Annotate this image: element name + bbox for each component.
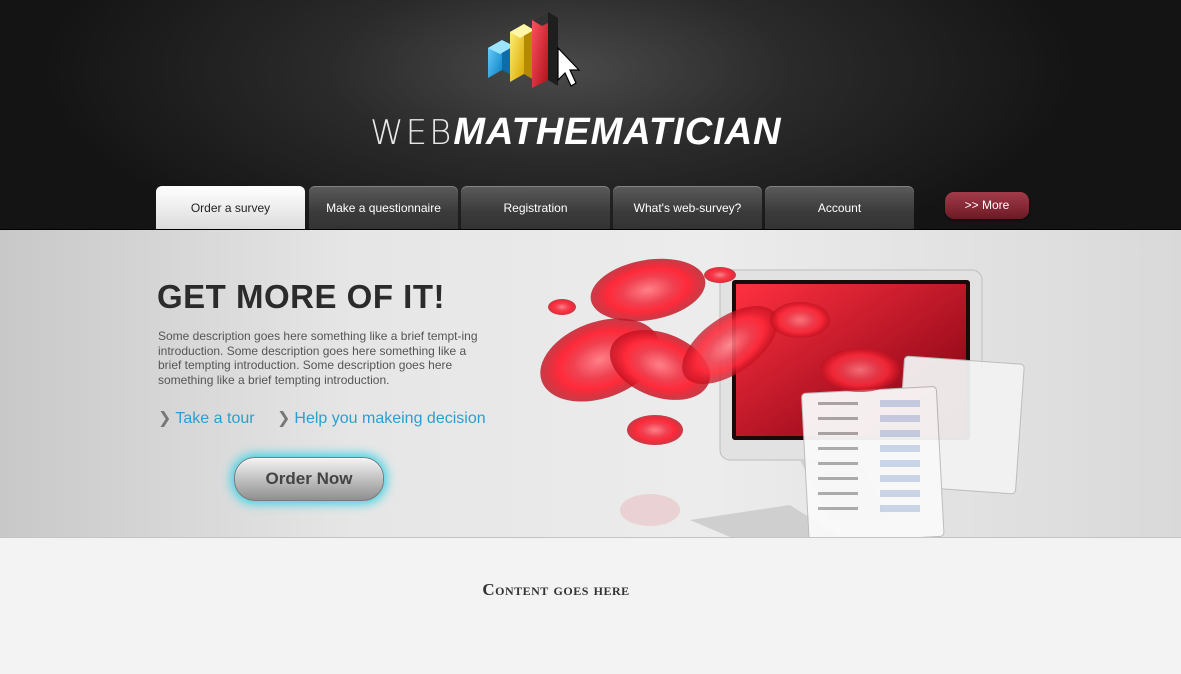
tab-order-survey[interactable]: Order a survey — [156, 186, 305, 229]
site-logo[interactable]: WEBMATHEMATICIAN — [370, 112, 781, 153]
chevron-right-icon: ❯ — [158, 410, 172, 427]
site-header: WEBMATHEMATICIAN Order a survey Make a q… — [0, 0, 1181, 230]
tab-make-questionnaire[interactable]: Make a questionnaire — [309, 186, 458, 229]
help-decision-link[interactable]: ❯ Help you makeing decision — [277, 408, 486, 428]
take-a-tour-link[interactable]: ❯ Take a tour — [158, 408, 255, 428]
logo-text-mathematician: MATHEMATICIAN — [453, 111, 782, 153]
bar-chart-cursor-icon — [488, 12, 581, 88]
chevron-right-icon: ❯ — [277, 410, 291, 427]
hero-illustration — [540, 258, 1025, 537]
tab-whats-web-survey[interactable]: What's web-survey? — [613, 186, 762, 229]
tab-account[interactable]: Account — [765, 186, 914, 229]
hero-title: GET MORE OF IT! — [157, 278, 445, 315]
help-decision-label: Help you makeing decision — [294, 410, 486, 427]
logo-text-web: WEB — [370, 113, 454, 153]
content-heading: Content goes here — [482, 580, 630, 599]
more-button[interactable]: >> More — [945, 192, 1029, 219]
hero-banner: GET MORE OF IT! Some description goes he… — [0, 230, 1181, 538]
take-a-tour-label: Take a tour — [175, 410, 255, 427]
hero-description: Some description goes here something lik… — [158, 329, 478, 387]
order-now-button[interactable]: Order Now — [234, 457, 384, 501]
tab-registration[interactable]: Registration — [461, 186, 610, 229]
